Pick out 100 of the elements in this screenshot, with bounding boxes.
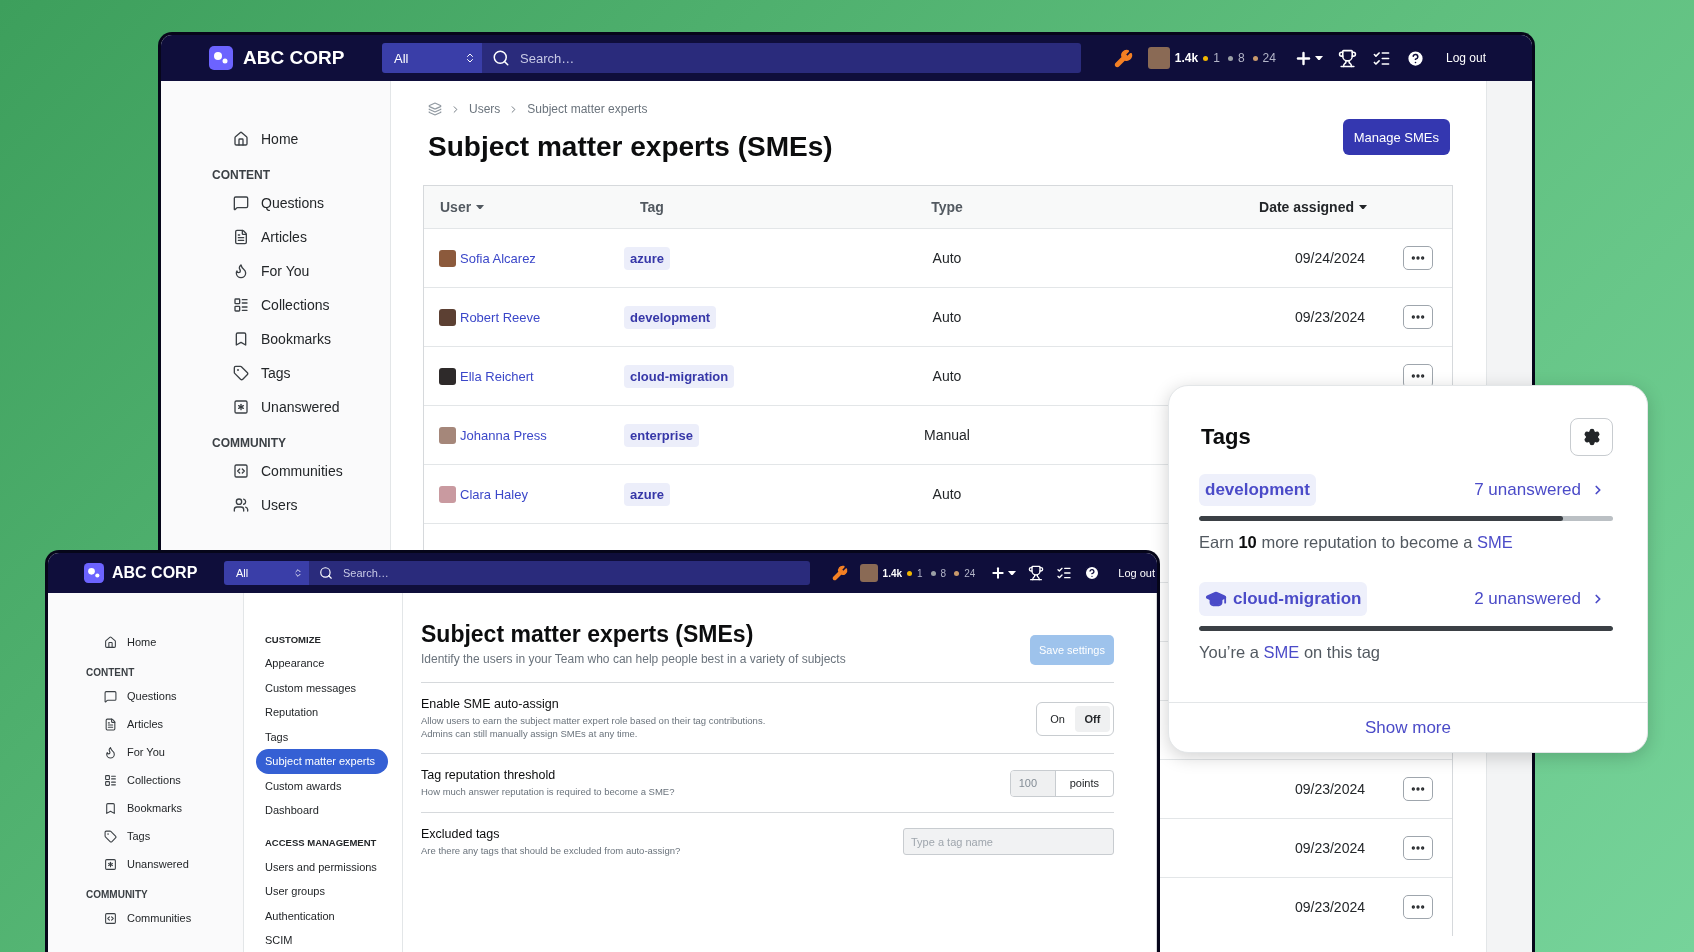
sidebar-item[interactable]: Collections (212, 288, 390, 322)
tag-chip[interactable]: development (1199, 474, 1316, 506)
nav-item[interactable]: Reputation (256, 700, 388, 725)
nav-item[interactable]: Custom messages (256, 675, 388, 700)
wrench-icon[interactable] (831, 565, 848, 581)
more-button[interactable] (1402, 836, 1433, 860)
more-button[interactable] (1402, 364, 1433, 388)
table-cell: Auto (932, 309, 962, 325)
nav-item[interactable]: Tags (256, 724, 388, 749)
breadcrumb-link[interactable]: Users (469, 102, 501, 116)
search-field[interactable]: Search… (309, 561, 810, 585)
sme-link[interactable]: SME (1263, 643, 1300, 661)
nav-item[interactable]: Dashboard (256, 798, 388, 823)
help-icon[interactable] (1084, 565, 1101, 581)
sidebar-item[interactable]: Articles (86, 710, 243, 738)
sidebar-item[interactable]: Bookmarks (86, 794, 243, 822)
avatar[interactable] (1147, 47, 1170, 69)
more-button[interactable] (1402, 895, 1433, 919)
people-icon (233, 497, 249, 513)
speech-bubble-icon (104, 689, 117, 703)
unanswered-link[interactable]: 2 unanswered (1474, 589, 1613, 609)
sidebar-item[interactable]: Tags (212, 356, 390, 390)
nav-item[interactable]: Subject matter experts (256, 749, 388, 774)
table-cell: Auto (932, 250, 962, 266)
tag-input[interactable]: Type a tag name (903, 828, 1114, 856)
progress-note: You’re a SME on this tag (1199, 643, 1382, 662)
bookmark-icon (104, 801, 117, 815)
list-icon (233, 297, 249, 313)
code-square-icon (104, 911, 117, 925)
brand-name: ABC CORP (243, 47, 345, 69)
manage-smes-button[interactable]: Manage SMEs (1342, 119, 1450, 155)
tag-icon (233, 365, 249, 381)
card-title: Tags (1201, 424, 1251, 450)
caret-icon (1008, 570, 1017, 576)
sidebar-item[interactable]: Home (212, 122, 390, 156)
more-button[interactable] (1402, 305, 1433, 329)
sidebar-item[interactable]: Collections (86, 766, 243, 794)
page-title: Subject matter experts (SMEs) (428, 131, 833, 163)
more-button[interactable] (1402, 246, 1433, 270)
user-link[interactable]: Ella Reichert (460, 368, 534, 384)
trophy-icon[interactable] (1337, 48, 1357, 68)
help-icon[interactable] (1405, 48, 1425, 68)
search-input[interactable]: Search… (518, 49, 1071, 67)
settings-button[interactable] (1570, 418, 1613, 456)
nav-item[interactable]: Authentication (256, 903, 388, 928)
caret-icon (1314, 55, 1323, 61)
scope-select[interactable]: All (224, 561, 309, 585)
sidebar-item[interactable]: For You (212, 254, 390, 288)
sidebar-item[interactable]: Communities (86, 904, 243, 932)
scope-select[interactable]: All (382, 43, 482, 73)
wrench-icon[interactable] (1113, 48, 1133, 68)
tag-chip[interactable]: azure (624, 246, 670, 270)
trophy-icon[interactable] (1028, 565, 1045, 581)
sidebar-item[interactable]: Questions (212, 186, 390, 220)
logout-link[interactable]: Log out (1118, 567, 1155, 579)
more-button[interactable] (1402, 777, 1433, 801)
search-input[interactable]: Search… (341, 566, 800, 580)
show-more-link[interactable]: Show more (1365, 717, 1451, 738)
table-cell-text: 09/23/2024 (1294, 899, 1366, 915)
nav-item[interactable]: User groups (256, 879, 388, 904)
badge-count: 1 (917, 567, 923, 579)
column-header[interactable]: Date assigned (1243, 199, 1383, 215)
sidebar-item[interactable]: Tags (86, 822, 243, 850)
badge-count: 8 (1237, 51, 1245, 65)
sidebar-item[interactable]: Unanswered (86, 850, 243, 878)
tag-chip[interactable]: cloud-migration (624, 364, 735, 388)
create-menu-button[interactable] (990, 565, 1017, 581)
user-link[interactable]: Clara Haley (460, 486, 528, 502)
sidebar-item[interactable]: Unanswered (212, 390, 390, 424)
search-field[interactable]: Search… (482, 43, 1081, 73)
user-link[interactable]: Johanna Press (460, 427, 547, 443)
nav-item[interactable]: Appearance (256, 651, 388, 676)
tag-chip[interactable]: development (624, 305, 717, 329)
sidebar-item[interactable]: Questions (86, 682, 243, 710)
logout-link[interactable]: Log out (1445, 51, 1486, 65)
sidebar-item[interactable]: Communities (212, 454, 390, 488)
nav-item[interactable]: Users and permissions (256, 854, 388, 879)
sidebar-item[interactable]: Users (212, 488, 390, 522)
stack-icon[interactable] (428, 102, 442, 116)
checklist-icon[interactable] (1056, 565, 1073, 581)
user-link[interactable]: Sofia Alcarez (460, 250, 536, 266)
tag-chip[interactable]: cloud-migration (1199, 582, 1368, 616)
user-link[interactable]: Robert Reeve (460, 309, 541, 325)
avatar (439, 308, 456, 326)
unanswered-link[interactable]: 7 unanswered (1474, 480, 1613, 500)
flame-icon (104, 745, 117, 759)
avatar[interactable] (859, 564, 878, 582)
table-cell: Auto (932, 486, 962, 502)
sidebar-item[interactable]: Bookmarks (212, 322, 390, 356)
sme-link[interactable]: SME (1476, 533, 1513, 551)
sidebar-item[interactable]: For You (86, 738, 243, 766)
toggle-option[interactable]: On (1040, 705, 1075, 732)
tag-chip[interactable]: enterprise (624, 423, 699, 447)
nav-item[interactable]: Custom awards (256, 773, 388, 798)
tag-chip[interactable]: azure (624, 482, 670, 506)
sidebar-item[interactable]: Home (86, 628, 243, 656)
column-header[interactable]: User (424, 199, 501, 215)
toggle-option[interactable]: Off (1075, 705, 1110, 732)
sidebar-item[interactable]: Articles (212, 220, 390, 254)
nav-item[interactable]: SCIM (256, 928, 388, 952)
